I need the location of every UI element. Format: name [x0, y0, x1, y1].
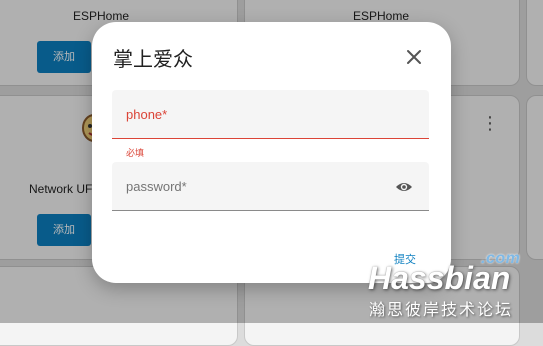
close-icon[interactable]	[404, 47, 424, 67]
password-label: password*	[126, 179, 187, 194]
password-field[interactable]: password*	[112, 162, 429, 211]
login-dialog: 掌上爱众 phone* 必填 password* 提交	[92, 22, 451, 283]
phone-field[interactable]: phone*	[112, 90, 429, 139]
watermark-logo: Hassbian	[368, 260, 511, 296]
dialog-title: 掌上爱众	[113, 49, 193, 71]
phone-helper-text: 必填	[126, 148, 145, 158]
show-password-icon[interactable]	[395, 180, 413, 194]
watermark-subtitle: 瀚思彼岸技术论坛	[369, 302, 514, 319]
phone-label: phone*	[126, 107, 168, 122]
